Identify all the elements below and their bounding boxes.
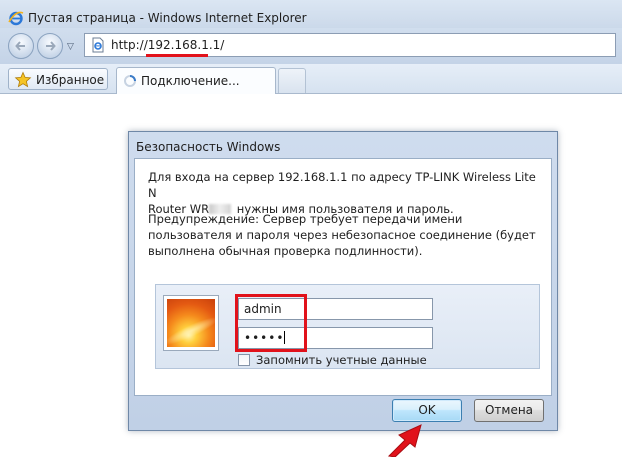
back-button[interactable] xyxy=(8,33,34,59)
tab-label: Подключение... xyxy=(141,74,240,88)
forward-button[interactable] xyxy=(37,33,63,59)
dialog-body: Для входа на сервер 192.168.1.1 по адрес… xyxy=(134,158,552,396)
forward-arrow-icon xyxy=(46,41,56,51)
credential-panel: admin ••••• Запомнить учетные данные xyxy=(155,284,540,369)
dialog-title: Безопасность Windows xyxy=(136,140,281,154)
dialog-warning: Предупреждение: Сервер требует передачи … xyxy=(148,212,536,258)
remember-label: Запомнить учетные данные xyxy=(256,353,427,367)
page-icon xyxy=(92,37,104,53)
new-tab-button[interactable] xyxy=(278,68,306,93)
address-url[interactable]: http://192.168.1.1/ xyxy=(111,38,224,52)
back-arrow-icon xyxy=(15,41,25,51)
favorites-button[interactable]: Избранное xyxy=(8,68,108,90)
message-line1: Для входа на сервер 192.168.1.1 по адрес… xyxy=(148,170,536,200)
favorites-label: Избранное xyxy=(36,73,105,87)
security-dialog: Безопасность Windows Для входа на сервер… xyxy=(128,131,558,431)
cancel-button[interactable]: Отмена xyxy=(474,399,544,422)
window-title: Пустая страница - Windows Internet Explo… xyxy=(28,11,307,25)
dialog-message: Для входа на сервер 192.168.1.1 по адрес… xyxy=(148,169,546,217)
navigation-bar: ▽ http://192.168.1.1/ xyxy=(0,28,622,64)
favorites-bar: Избранное Подключение... xyxy=(0,64,622,94)
ie-icon xyxy=(8,11,24,26)
tab-connection[interactable]: Подключение... xyxy=(116,67,276,94)
red-arrow-icon xyxy=(387,424,422,457)
star-icon xyxy=(14,71,32,88)
loading-icon xyxy=(124,75,136,87)
user-picture-icon xyxy=(163,295,219,351)
url-highlight-underline xyxy=(146,54,208,57)
credentials-highlight-box xyxy=(235,294,307,352)
remember-checkbox[interactable] xyxy=(238,354,250,366)
recent-pages-dropdown[interactable]: ▽ xyxy=(67,42,77,52)
